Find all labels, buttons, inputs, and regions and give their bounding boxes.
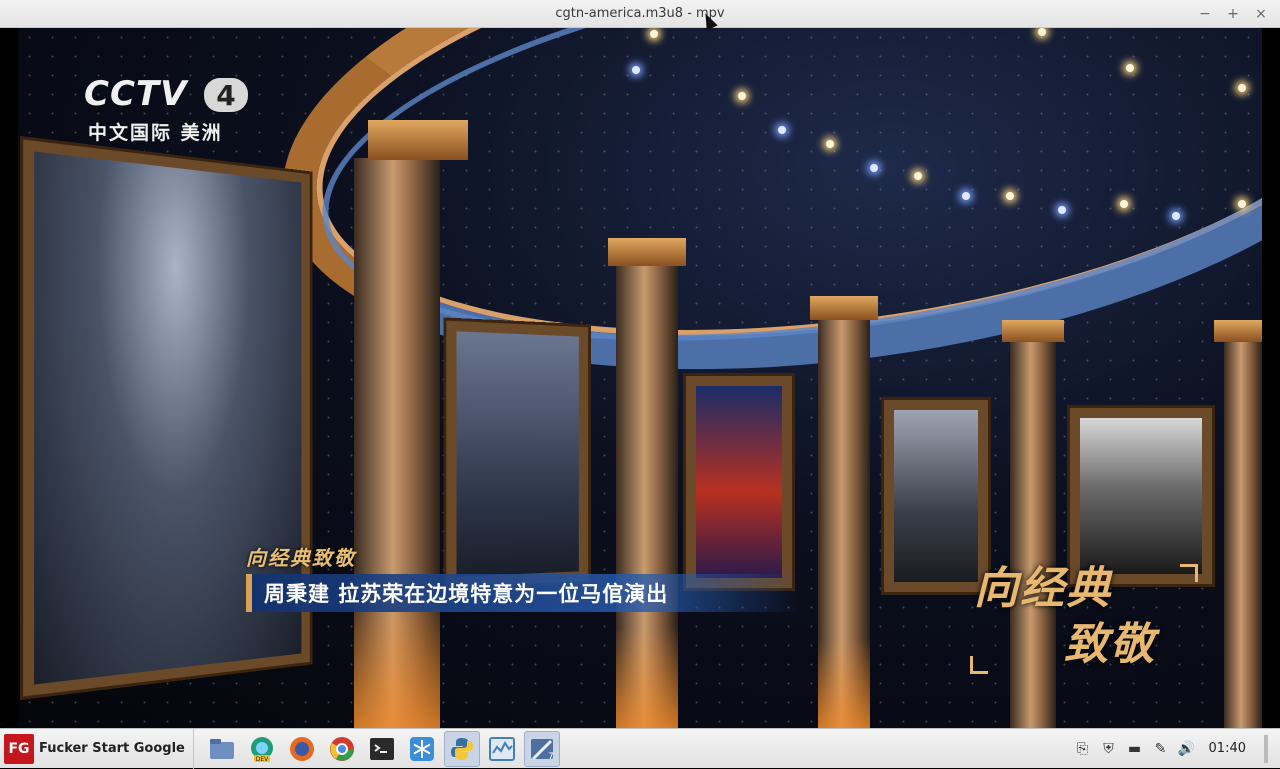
- launcher-file-manager[interactable]: [204, 731, 240, 767]
- cctv4-logo: CCTV 4 中文国际 美洲: [84, 74, 254, 146]
- photo-crowd: [1080, 418, 1202, 574]
- svg-text:7: 7: [548, 752, 554, 762]
- start-menu-label: Fucker Start Google: [39, 741, 185, 756]
- shield-icon[interactable]: ⛨: [1101, 741, 1117, 757]
- chrome-icon: [329, 736, 354, 761]
- svg-text:DEV: DEV: [256, 756, 269, 763]
- pen-icon[interactable]: ✎: [1153, 741, 1169, 757]
- emblem-corner-bl: [970, 656, 988, 674]
- close-button[interactable]: ×: [1250, 3, 1272, 25]
- taskbar: FG Fucker Start Google DEV 7 ⎘ ⛨ ▬ ✎ 🔊 0…: [0, 728, 1280, 769]
- launcher-snowflake-app[interactable]: [404, 731, 440, 767]
- launcher-system-monitor[interactable]: [484, 731, 520, 767]
- show-desktop-button[interactable]: [1264, 734, 1268, 763]
- stage-light: [962, 192, 970, 200]
- launcher-firefox[interactable]: [284, 731, 320, 767]
- stage-light: [870, 164, 878, 172]
- program-caption-small: 向经典致敬: [246, 546, 356, 570]
- emblem-corner-tr: [1180, 564, 1198, 582]
- pillar-capital: [368, 120, 468, 160]
- pillar-glow: [616, 628, 678, 728]
- mpv-icon: 7: [530, 738, 554, 762]
- mpv-window: cgtn-america.m3u8 - mpv − + × CCTV 4 中文国…: [0, 0, 1280, 728]
- launcher-python[interactable]: [443, 730, 480, 767]
- maximize-button[interactable]: +: [1222, 3, 1244, 25]
- subtitle-text: 周秉建 拉苏荣在边境特意为一位马倌演出: [264, 582, 669, 606]
- system-monitor-icon: [488, 736, 515, 761]
- stage-light: [1126, 64, 1134, 72]
- stage-light: [1058, 206, 1066, 214]
- stage-light: [826, 140, 834, 148]
- launcher-chrome[interactable]: [324, 731, 360, 767]
- stage-light: [1172, 212, 1180, 220]
- stage-light: [1006, 192, 1014, 200]
- stage-light: [1038, 28, 1046, 36]
- stage-light: [632, 66, 640, 74]
- window-title: cgtn-america.m3u8 - mpv: [555, 6, 725, 21]
- video-frame[interactable]: CCTV 4 中文国际 美洲 向经典致敬 周秉建 拉苏荣在边境特意为一位马倌演出…: [18, 28, 1262, 728]
- emblem-line2: 致敬: [1064, 619, 1156, 670]
- photo-frame-accordion-player: [23, 139, 310, 697]
- start-menu-button[interactable]: FG Fucker Start Google: [0, 728, 194, 769]
- title-bar[interactable]: cgtn-america.m3u8 - mpv − + ×: [0, 0, 1280, 28]
- launcher-edge-dev[interactable]: DEV: [244, 731, 280, 767]
- letterbox-right: [1262, 28, 1280, 728]
- channel-number-badge: 4: [204, 78, 248, 112]
- start-logo-icon: FG: [4, 733, 34, 764]
- stage-light: [778, 126, 786, 134]
- stage-light: [1120, 200, 1128, 208]
- photo-dancers: [456, 331, 579, 577]
- clock[interactable]: 01:40: [1209, 741, 1246, 756]
- python-icon: [450, 737, 473, 760]
- pillar-capital: [1002, 320, 1064, 342]
- stage-light: [650, 30, 658, 38]
- stage-light: [914, 172, 922, 180]
- channel-subtitle: 中文国际 美洲: [88, 122, 223, 144]
- launcher-mpv[interactable]: 7: [523, 730, 560, 767]
- program-emblem: 向经典 致敬: [968, 552, 1228, 702]
- minimize-button[interactable]: −: [1194, 3, 1216, 25]
- pillar-capital: [810, 296, 878, 320]
- pillar-glow: [818, 638, 870, 728]
- file-manager-icon: [209, 738, 234, 759]
- pillar-capital: [608, 238, 686, 266]
- launcher-terminal[interactable]: [364, 731, 400, 767]
- letterbox-left: [0, 28, 18, 728]
- clipboard-icon[interactable]: ⎘: [1075, 741, 1091, 757]
- stage-pillar: [1224, 340, 1262, 728]
- stage-light: [738, 92, 746, 100]
- subtitle-bar: 周秉建 拉苏荣在边境特意为一位马倌演出: [246, 574, 802, 612]
- photo-frame-dancers: [446, 320, 589, 588]
- channel-logo-text: CCTV: [84, 74, 188, 114]
- stage-light: [1238, 200, 1246, 208]
- stage-light: [1238, 84, 1246, 92]
- firefox-icon: [289, 736, 314, 761]
- keyboard-icon[interactable]: ▬: [1127, 741, 1143, 757]
- launcher-bar: DEV 7: [194, 729, 560, 769]
- photo-colorful-dancers: [696, 386, 782, 578]
- pillar-capital: [1214, 320, 1262, 342]
- edge-dev-icon: DEV: [250, 736, 273, 763]
- photo-singers: [894, 410, 978, 582]
- photo-frame-colorful-dancers: [686, 376, 792, 588]
- system-tray: ⎘ ⛨ ▬ ✎ 🔊 01:40: [1075, 729, 1280, 769]
- volume-icon[interactable]: 🔊: [1178, 741, 1195, 757]
- terminal-icon: [369, 737, 394, 760]
- snowflake-app-icon: [409, 736, 434, 761]
- window-controls: − + ×: [1194, 0, 1272, 28]
- emblem-line1: 向经典: [974, 563, 1112, 614]
